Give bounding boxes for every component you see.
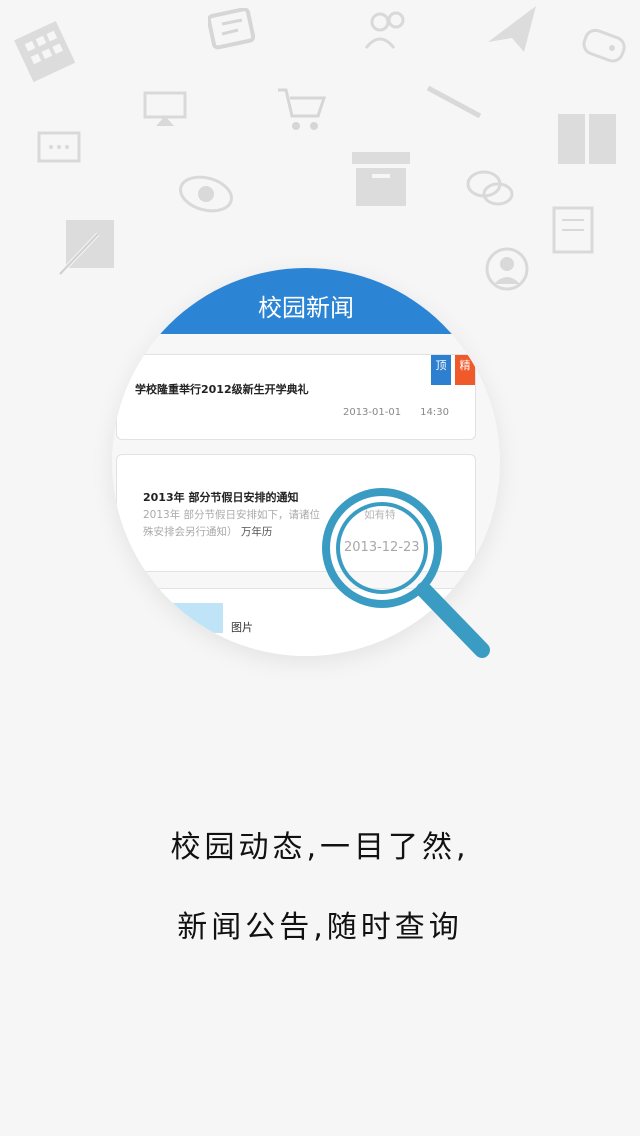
notebook-icon — [548, 206, 596, 254]
people-icon — [362, 8, 412, 54]
paper-plane-icon — [484, 2, 540, 58]
news-date: 2013-01-01 — [342, 407, 402, 418]
box-icon — [350, 150, 412, 208]
edit-icon — [58, 216, 118, 276]
news-summary-text: 2013年 部分节假日安排如下，请诸位 — [143, 509, 321, 521]
chat-icon — [208, 8, 258, 62]
building-icon — [12, 18, 80, 86]
discussion-icon — [464, 166, 516, 212]
pen-icon — [424, 82, 484, 122]
news-summary-source: 万年历 — [240, 526, 273, 538]
news-title: 图片 — [231, 621, 253, 634]
news-item[interactable]: 顶 精 学校隆重举行2012级新生开学典礼 2013-01-01 14:30 — [116, 354, 476, 440]
featured-badge: 精 — [455, 355, 475, 385]
news-summary-text-2: 殊安排会另行通知） — [143, 526, 238, 538]
news-thumbnail — [171, 603, 223, 633]
shopping-cart-icon — [276, 84, 328, 134]
message-icon — [36, 130, 82, 172]
news-title: 2013年 部分节假日安排的通知 — [143, 491, 299, 504]
caption-line-1: 校园动态,一目了然, — [170, 830, 470, 865]
news-datetime: 2013-01-01 14:30 — [343, 407, 449, 418]
game-controller-icon — [580, 26, 630, 66]
pinned-badge: 顶 — [431, 355, 451, 385]
book-icon — [556, 112, 618, 166]
news-title: 学校隆重举行2012级新生开学典礼 — [135, 383, 309, 396]
monitor-icon — [142, 90, 188, 130]
news-time: 14:30 — [420, 407, 449, 418]
eye-icon — [178, 172, 234, 216]
magnifier-icon — [320, 486, 496, 666]
caption-line-2: 新闻公告,随时查询 — [177, 910, 463, 945]
page-title: 校园新闻 — [112, 268, 500, 334]
